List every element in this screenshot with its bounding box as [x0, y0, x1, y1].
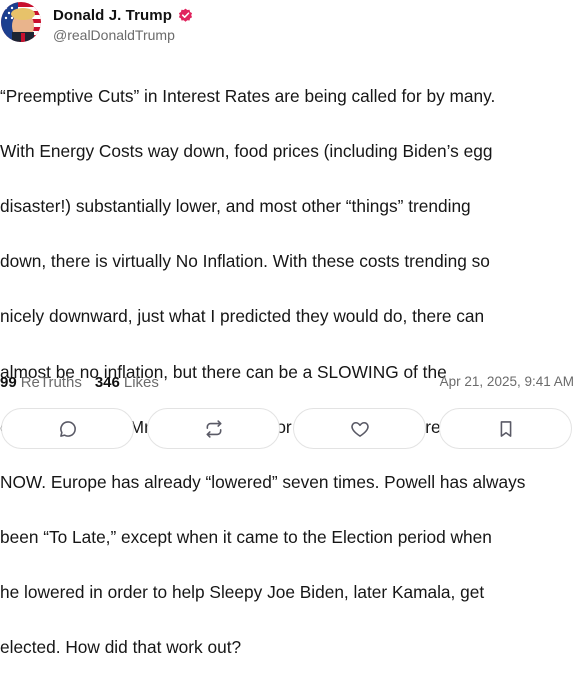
likes-stat[interactable]: 346 Likes [95, 374, 159, 391]
reply-button[interactable] [1, 408, 134, 449]
post-stats: 99 ReTruths 346 Likes Apr 21, 2025, 9:41… [0, 371, 574, 393]
post-text-line: down, there is virtually No Inflation. W… [0, 251, 490, 272]
retruths-label: ReTruths [20, 373, 82, 391]
retruth-button[interactable] [147, 408, 280, 449]
post-text-line: he lowered in order to help Sleepy Joe B… [0, 582, 485, 603]
post-header: Donald J. Trump @realDonaldTrump [0, 1, 574, 45]
like-button[interactable] [293, 408, 426, 449]
post-actions [0, 408, 574, 450]
verified-badge-icon [178, 8, 193, 23]
post-text-line: “Preemptive Cuts” in Interest Rates are … [0, 85, 496, 106]
reply-icon [59, 420, 76, 437]
post-text-line: NOW. Europe has already “lowered” seven … [0, 471, 526, 492]
post-text-line: nicely downward, just what I predicted t… [0, 306, 485, 327]
post-timestamp[interactable]: Apr 21, 2025, 9:41 AM [440, 374, 574, 389]
post-text-line: disaster!) substantially lower, and most… [0, 195, 471, 216]
retruths-count: 99 [0, 373, 17, 391]
avatar-image [1, 2, 41, 42]
likes-count: 346 [94, 373, 120, 391]
bookmark-button[interactable] [439, 408, 572, 449]
likes-label: Likes [123, 373, 159, 391]
post-text-line: elected. How did that work out? [0, 637, 242, 658]
avatar[interactable] [1, 2, 41, 42]
retruths-stat[interactable]: 99 ReTruths [0, 374, 82, 391]
retruth-icon [206, 419, 221, 438]
author-handle[interactable]: @realDonaldTrump [53, 27, 175, 43]
heart-icon [350, 421, 369, 437]
author-name-row: Donald J. Trump [53, 5, 193, 25]
post-card: Donald J. Trump @realDonaldTrump “Preemp… [0, 0, 574, 657]
author-display-name[interactable]: Donald J. Trump [53, 7, 172, 24]
bookmark-icon [500, 420, 511, 437]
post-text-line: With Energy Costs way down, food prices … [0, 140, 493, 161]
post-text-line: been “To Late,” except when it came to t… [0, 527, 492, 548]
